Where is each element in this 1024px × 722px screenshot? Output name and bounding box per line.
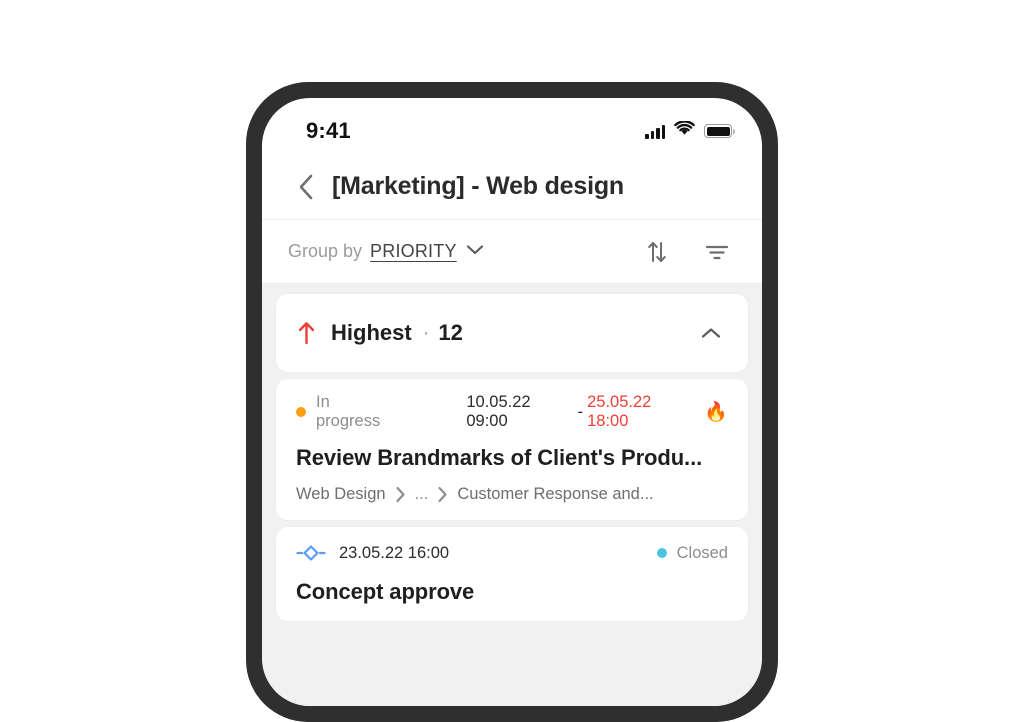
sort-button[interactable] bbox=[638, 233, 676, 271]
breadcrumb-item-ellipsis[interactable]: ... bbox=[415, 485, 429, 504]
back-chevron-icon bbox=[299, 174, 312, 199]
task-title: Concept approve bbox=[296, 579, 475, 604]
breadcrumb-item-last[interactable]: Customer Response and... bbox=[457, 485, 653, 504]
page-title: [Marketing] - Web design bbox=[332, 172, 624, 200]
nav-header: [Marketing] - Web design bbox=[262, 154, 762, 220]
battery-icon bbox=[704, 124, 735, 138]
group-header-card[interactable]: Highest · 12 bbox=[276, 294, 748, 372]
group-by-label: Group by bbox=[288, 241, 363, 261]
group-by-value: PRIORITY bbox=[370, 241, 457, 261]
breadcrumb[interactable]: Web Design ... Customer Response and... bbox=[296, 485, 728, 504]
task-list: Highest · 12 In progress 10.05.22 09:00 … bbox=[262, 284, 762, 706]
milestone-diamond-icon bbox=[296, 544, 326, 562]
task-milestone-date: 23.05.22 16:00 bbox=[339, 543, 450, 562]
breadcrumb-item-first[interactable]: Web Design bbox=[296, 485, 386, 504]
phone-frame: 9:41 [Marketing] - Web design Group by P… bbox=[246, 82, 778, 722]
task-date-separator: - bbox=[577, 402, 584, 421]
flame-icon: 🔥 bbox=[704, 401, 728, 423]
task-status-label: Closed bbox=[676, 543, 728, 562]
task-meta-row: 23.05.22 16:00 Closed bbox=[296, 541, 728, 565]
task-title: Review Brandmarks of Client's Produ... bbox=[296, 445, 703, 470]
status-bar: 9:41 bbox=[262, 98, 762, 154]
arrow-up-icon bbox=[296, 320, 317, 346]
wifi-icon bbox=[674, 120, 695, 141]
task-date-end: 25.05.22 18:00 bbox=[587, 393, 652, 430]
collapse-group-button[interactable] bbox=[696, 318, 726, 348]
group-by-toolbar: Group by PRIORITY bbox=[262, 220, 762, 284]
group-name: Highest bbox=[331, 320, 412, 345]
group-separator: · bbox=[422, 321, 430, 344]
status-bar-icons bbox=[645, 120, 735, 141]
task-card[interactable]: In progress 10.05.22 09:00 - 25.05.22 18… bbox=[276, 379, 748, 520]
group-header-row[interactable]: Highest · 12 bbox=[276, 294, 748, 372]
task-meta-row: In progress 10.05.22 09:00 - 25.05.22 18… bbox=[296, 393, 728, 431]
status-dot bbox=[656, 548, 667, 558]
phone-screen: 9:41 [Marketing] - Web design Group by P… bbox=[262, 98, 762, 706]
group-count: 12 bbox=[438, 320, 463, 345]
status-dot bbox=[296, 407, 306, 417]
status-bar-time: 9:41 bbox=[306, 118, 351, 143]
task-date-start: 10.05.22 09:00 bbox=[466, 393, 531, 430]
task-status-label: In progress bbox=[316, 393, 381, 430]
chevron-down-icon bbox=[465, 243, 485, 261]
filter-icon bbox=[705, 245, 729, 259]
chevron-right-icon bbox=[437, 486, 448, 503]
back-button[interactable] bbox=[288, 170, 322, 204]
group-by-selector[interactable]: Group by PRIORITY bbox=[288, 241, 485, 262]
chevron-up-icon bbox=[701, 327, 721, 338]
cellular-signal-icon bbox=[645, 124, 665, 139]
chevron-right-icon bbox=[395, 486, 406, 503]
sort-icon bbox=[648, 241, 666, 262]
task-card[interactable]: 23.05.22 16:00 Closed Concept approve bbox=[276, 527, 748, 621]
task-status: Closed bbox=[656, 543, 728, 563]
filter-button[interactable] bbox=[698, 233, 736, 271]
